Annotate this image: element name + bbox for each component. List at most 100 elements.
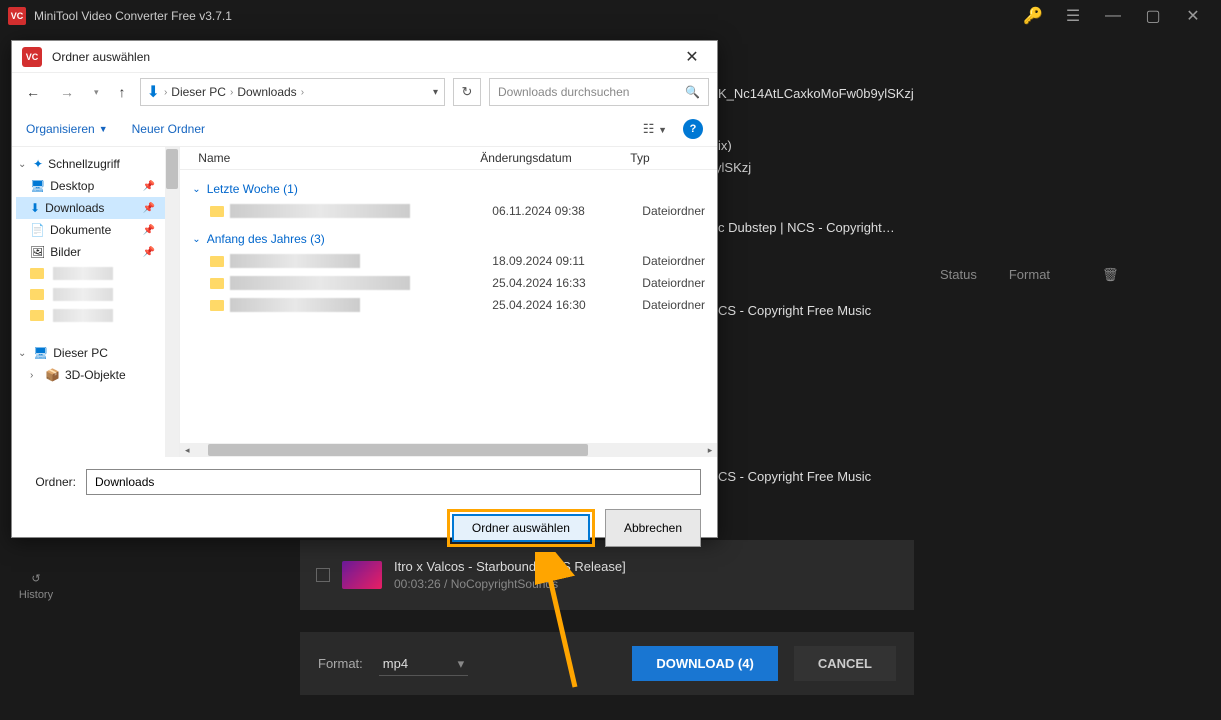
file-row[interactable]: 18.09.2024 09:11 Dateiordner <box>192 250 705 272</box>
folder-select-dialog: VC Ordner auswählen ✕ ← → ▾ ↑ ⬇ › Dieser… <box>11 40 718 538</box>
breadcrumb[interactable]: ⬇ › Dieser PC › Downloads › ▾ <box>140 78 445 106</box>
dialog-nav: ← → ▾ ↑ ⬇ › Dieser PC › Downloads › ▾ ↻ … <box>12 73 717 111</box>
document-icon: 📄 <box>30 223 45 237</box>
tree-pictures[interactable]: 🖼 Bilder 📌 <box>16 241 175 263</box>
file-row[interactable]: 25.04.2024 16:33 Dateiordner <box>192 272 705 294</box>
history-icon: ↺ <box>31 572 40 585</box>
history-button[interactable]: ↺ History <box>19 572 53 601</box>
tree-downloads[interactable]: ⬇ Downloads 📌 <box>16 197 175 219</box>
search-icon: 🔍 <box>685 85 700 99</box>
download-icon: ⬇ <box>30 201 40 215</box>
chevron-down-icon: ⌄ <box>192 184 200 195</box>
tree-blur-2[interactable] <box>16 284 175 305</box>
app-title: MiniTool Video Converter Free v3.7.1 <box>34 9 1013 23</box>
breadcrumb-pc[interactable]: Dieser PC <box>171 85 226 99</box>
pin-icon: 📌 <box>143 203 155 214</box>
folder-icon <box>30 310 44 321</box>
tree-this-pc[interactable]: ⌄ 🖥 Dieser PC <box>16 342 175 364</box>
video-info: Itro x Valcos - Starbound [NCS Release] … <box>394 559 898 591</box>
objects-icon: 📦 <box>45 368 60 382</box>
file-row[interactable]: 25.04.2024 16:30 Dateiordner <box>192 294 705 316</box>
download-footer: Format: mp4 DOWNLOAD (4) CANCEL <box>300 632 914 695</box>
view-mode-icon[interactable]: ☷ ▼ <box>639 119 671 139</box>
horizontal-scrollbar[interactable]: ◂ ▸ <box>180 443 717 457</box>
folder-icon <box>30 289 44 300</box>
titlebar-controls: 🔑 ☰ — ▢ ✕ <box>1013 2 1213 30</box>
cancel-download-button[interactable]: CANCEL <box>794 646 896 681</box>
search-placeholder: Downloads durchsuchen <box>498 85 629 99</box>
dialog-logo-icon: VC <box>22 47 42 67</box>
help-icon[interactable]: ? <box>683 119 703 139</box>
new-folder-button[interactable]: Neuer Ordner <box>132 122 205 136</box>
tree-desktop[interactable]: 🖥 Desktop 📌 <box>16 175 175 197</box>
folder-icon <box>210 300 224 311</box>
menu-icon[interactable]: ☰ <box>1053 2 1093 30</box>
format-select[interactable]: mp4 <box>379 652 468 676</box>
picture-icon: 🖼 <box>30 245 45 259</box>
video-row-frag-3: CS - Copyright Free Music <box>718 469 871 484</box>
file-panel: Name Änderungsdatum Typ ⌄ Letzte Woche (… <box>180 147 717 457</box>
video-thumb-icon <box>342 561 382 589</box>
tree-documents[interactable]: 📄 Dokumente 📌 <box>16 219 175 241</box>
app-body: ↺ History K_Nc14AtLCaxkoMoFw0b9ylSKzj ix… <box>0 32 1221 720</box>
video-row-frag-2: CS - Copyright Free Music <box>718 303 871 318</box>
breadcrumb-dropdown-icon[interactable]: ▾ <box>433 87 438 98</box>
dialog-title: Ordner auswählen <box>52 50 677 64</box>
star-icon: ✦ <box>33 157 43 171</box>
dialog-close-icon[interactable]: ✕ <box>677 45 707 69</box>
trash-icon[interactable]: 🗑 <box>1102 267 1119 283</box>
file-row[interactable]: 06.11.2024 09:38 Dateiordner <box>192 200 705 222</box>
col-name[interactable]: Name <box>180 151 480 165</box>
col-type[interactable]: Typ <box>630 151 717 165</box>
chevron-down-icon: ⌄ <box>192 234 200 245</box>
cancel-dialog-button[interactable]: Abbrechen <box>605 509 701 547</box>
url-truncated-label: K_Nc14AtLCaxkoMoFw0b9ylSKzj <box>718 86 914 101</box>
desktop-icon: 🖥 <box>30 179 45 193</box>
search-input[interactable]: Downloads durchsuchen 🔍 <box>489 78 709 106</box>
minimize-icon[interactable]: — <box>1093 2 1133 30</box>
chevron-down-icon: ⌄ <box>18 159 28 170</box>
download-folder-icon: ⬇ <box>147 82 160 102</box>
col-date[interactable]: Änderungsdatum <box>480 151 630 165</box>
nav-back-icon[interactable]: ← <box>20 80 46 104</box>
maximize-icon[interactable]: ▢ <box>1133 2 1173 30</box>
chevron-right-icon: › <box>230 87 233 98</box>
dialog-titlebar: VC Ordner auswählen ✕ <box>12 41 717 73</box>
header-format: Format <box>1009 267 1050 283</box>
tree-blur-1[interactable] <box>16 263 175 284</box>
scroll-left-icon[interactable]: ◂ <box>180 444 194 456</box>
video-checkbox[interactable] <box>316 568 330 582</box>
pin-icon: 📌 <box>143 247 155 258</box>
chevron-right-icon: › <box>301 87 304 98</box>
playlist-name-frag: ix) <box>718 138 732 153</box>
close-window-icon[interactable]: ✕ <box>1173 2 1213 30</box>
history-label: History <box>19 589 53 601</box>
pin-icon: 📌 <box>143 181 155 192</box>
organize-dropdown[interactable]: Organisieren ▼ <box>26 122 108 136</box>
download-button[interactable]: DOWNLOAD (4) <box>632 646 778 681</box>
select-folder-button[interactable]: Ordner auswählen <box>452 514 590 542</box>
pc-icon: 🖥 <box>33 346 48 360</box>
tree-3d-objects[interactable]: › 📦 3D-Objekte <box>16 364 175 386</box>
scroll-right-icon[interactable]: ▸ <box>703 444 717 456</box>
chevron-down-icon: ⌄ <box>18 348 28 359</box>
group-year-start[interactable]: ⌄ Anfang des Jahres (3) <box>192 228 705 250</box>
refresh-icon[interactable]: ↻ <box>453 78 481 106</box>
folder-name-input[interactable] <box>86 469 701 495</box>
vip-key-icon[interactable]: 🔑 <box>1013 2 1053 30</box>
nav-forward-icon[interactable]: → <box>54 80 80 104</box>
file-body: ⌄ Letzte Woche (1) 06.11.2024 09:38 Date… <box>180 170 717 324</box>
app-logo-icon: VC <box>8 7 26 25</box>
tree-blur-3[interactable] <box>16 305 175 326</box>
chevron-right-icon: › <box>164 87 167 98</box>
tree-quick-access[interactable]: ⌄ ✦ Schnellzugriff <box>16 153 175 175</box>
tree-scrollbar[interactable] <box>165 147 179 457</box>
breadcrumb-downloads[interactable]: Downloads <box>237 85 296 99</box>
folder-icon <box>210 278 224 289</box>
dialog-toolbar: Organisieren ▼ Neuer Ordner ☷ ▼ ? <box>12 111 717 147</box>
dialog-footer: Ordner: Ordner auswählen Abbrechen <box>12 457 717 559</box>
nav-up-icon[interactable]: ↑ <box>113 80 132 104</box>
group-last-week[interactable]: ⌄ Letzte Woche (1) <box>192 178 705 200</box>
nav-dropdown-icon[interactable]: ▾ <box>88 83 105 102</box>
video-meta: 00:03:26 / NoCopyrightSounds <box>394 577 898 591</box>
